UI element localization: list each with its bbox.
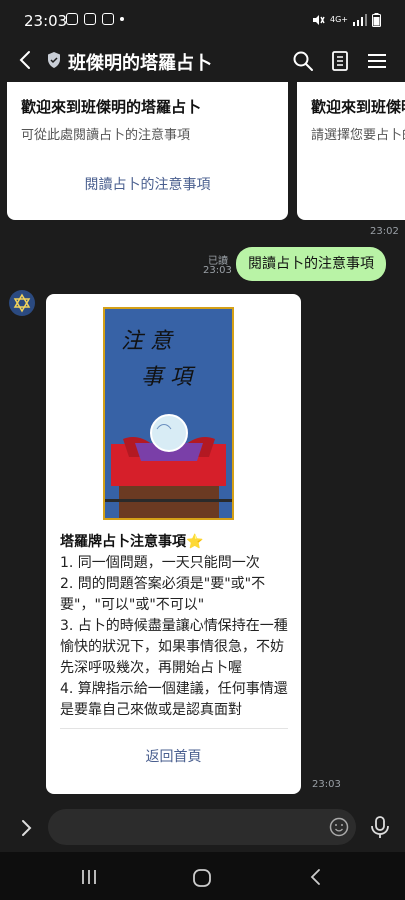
network-label: 4G+	[330, 15, 348, 24]
notice-image: 注 意 事 項	[103, 307, 234, 520]
card-title: 歡迎來到班傑明的塔羅占卜	[311, 98, 405, 116]
sent-message-bubble[interactable]: 閱讀占卜的注意事項	[236, 247, 386, 281]
status-time: 23:03	[24, 12, 68, 30]
notice-card[interactable]: 注 意 事 項 塔羅牌占卜注意事項⭐ 1. 同一個問題，一天只能問一次 2. 問…	[46, 294, 301, 794]
signal-icon	[353, 14, 367, 26]
search-icon[interactable]	[291, 49, 315, 73]
notification-icons	[66, 13, 124, 25]
notice-body: 1. 同一個問題，一天只能問一次 2. 問的問題答案必須是"要"或"不要"，"可…	[60, 555, 288, 718]
card-subtitle: 請選擇您要占卜的	[311, 128, 405, 143]
emoji-icon[interactable]	[329, 817, 349, 837]
notice-title: 塔羅牌占卜注意事項⭐	[60, 534, 204, 550]
chevron-right-icon[interactable]	[14, 816, 38, 840]
bot-avatar[interactable]	[9, 290, 35, 316]
chat-title: 班傑明的塔羅占卜	[68, 53, 212, 74]
crystal-ball-illustration	[105, 414, 232, 518]
system-icons: 4G+	[311, 13, 381, 27]
instagram-notification-icon	[84, 13, 96, 25]
divider	[60, 728, 288, 729]
youtube-notification-icon	[102, 13, 114, 25]
card-title: 歡迎來到班傑明的塔羅占卜	[21, 98, 202, 116]
carousel-card[interactable]: 歡迎來到班傑明的塔羅占卜 可從此處閱讀占卜的注意事項 閱讀占卜的注意事項	[7, 82, 288, 220]
menu-icon[interactable]	[365, 49, 389, 73]
notice-image-text: 事 項	[141, 365, 192, 390]
status-bar: 23:03 4G+	[0, 0, 405, 40]
read-notice-link[interactable]: 閱讀占卜的注意事項	[7, 174, 288, 194]
message-timestamp: 23:03	[203, 265, 232, 276]
back-arrow-icon[interactable]	[14, 48, 38, 72]
shield-icon	[48, 52, 60, 68]
mute-icon	[313, 15, 325, 25]
card-subtitle: 可從此處閱讀占卜的注意事項	[21, 128, 191, 143]
microphone-icon[interactable]	[369, 815, 391, 839]
more-notifications-icon	[120, 17, 124, 21]
message-input[interactable]	[48, 809, 356, 845]
notice-image-text: 注 意	[121, 329, 172, 354]
star-of-david-icon	[13, 293, 31, 313]
message-timestamp: 23:02	[370, 226, 399, 237]
battery-icon	[372, 13, 381, 27]
back-to-home-button[interactable]: 返回首頁	[46, 746, 301, 766]
message-timestamp: 23:03	[312, 779, 341, 790]
gallery-notification-icon	[66, 13, 78, 25]
carousel-card[interactable]: 歡迎來到班傑明的塔羅占卜 請選擇您要占卜的	[297, 82, 405, 220]
chat-area[interactable]: 歡迎來到班傑明的塔羅占卜 可從此處閱讀占卜的注意事項 閱讀占卜的注意事項 歡迎來…	[0, 82, 405, 804]
chat-header: 班傑明的塔羅占卜	[0, 40, 405, 82]
system-navigation-bar	[0, 852, 405, 900]
home-icon[interactable]	[192, 868, 212, 888]
notes-icon[interactable]	[328, 49, 352, 73]
recent-apps-icon[interactable]	[80, 868, 98, 886]
nav-back-icon[interactable]	[308, 868, 324, 886]
message-input-bar	[0, 804, 405, 852]
